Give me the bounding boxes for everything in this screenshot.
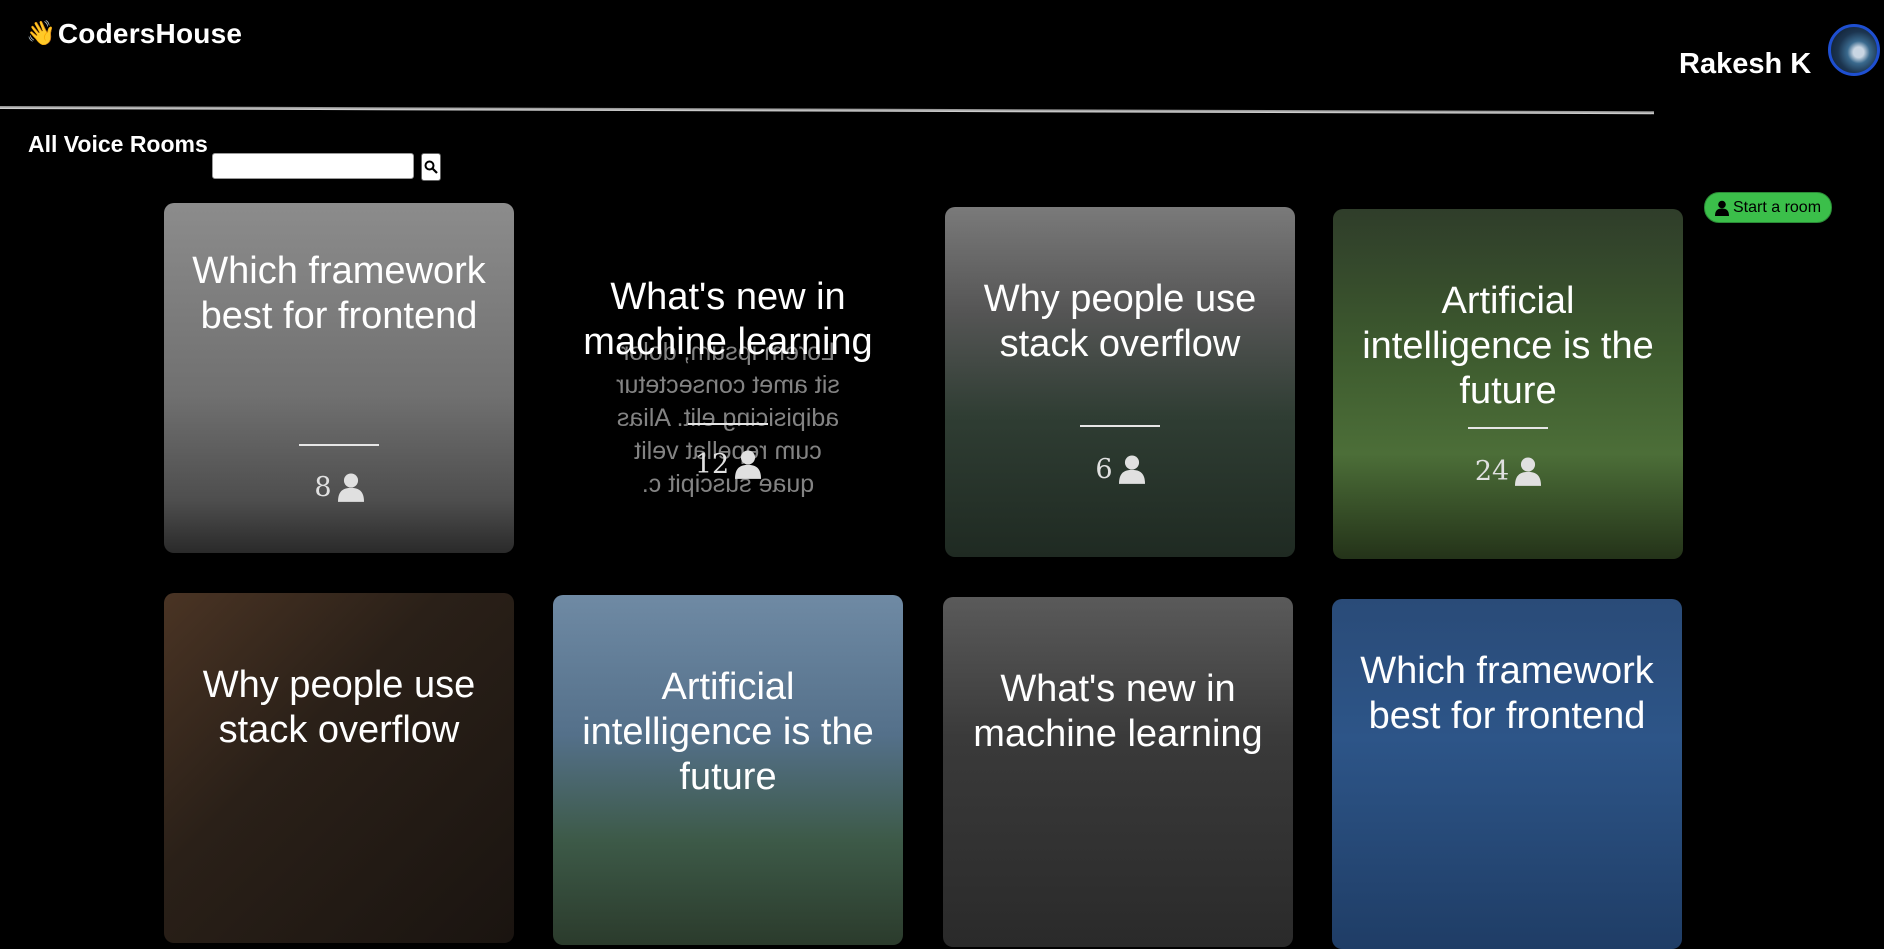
search-icon — [424, 160, 438, 174]
room-card[interactable]: Which framework best for frontend — [1332, 599, 1682, 949]
listener-count: 8 — [164, 471, 514, 503]
search-input[interactable] — [212, 153, 414, 179]
listener-count-value: 24 — [1474, 455, 1510, 487]
room-card[interactable]: What's new in machine learning — [943, 597, 1293, 947]
room-card[interactable]: Why people use stack overflow — [164, 593, 514, 943]
avatar[interactable] — [1828, 24, 1880, 76]
listener-count: 6 — [945, 453, 1295, 485]
start-room-button[interactable]: Start a room — [1704, 192, 1832, 223]
page-title: All Voice Rooms — [28, 131, 208, 157]
room-title: Why people use stack overflow — [202, 664, 476, 751]
room-card[interactable]: Lorem ipsum, dolor sit amet consectetur … — [553, 228, 903, 578]
user-name: Rakesh K — [1679, 48, 1812, 80]
room-title: Which framework best for frontend — [192, 250, 486, 337]
title-rule — [1080, 425, 1160, 427]
user-icon — [1714, 200, 1729, 216]
title-rule — [688, 423, 768, 425]
header-divider — [0, 106, 1654, 115]
room-title: Why people use stack overflow — [983, 278, 1257, 365]
room-title: Artificial intelligence is the future — [582, 666, 874, 798]
room-title: Which framework best for frontend — [1360, 650, 1654, 737]
room-card[interactable]: Artificial intelligence is the future — [553, 595, 903, 945]
title-rule — [299, 444, 379, 446]
listener-count: 12 — [553, 448, 903, 480]
user-icon — [735, 450, 762, 479]
listener-count-value: 6 — [1095, 453, 1113, 485]
logo-text: CodersHouse — [57, 18, 243, 49]
room-title: What's new in machine learning — [973, 668, 1263, 755]
user-icon — [1515, 457, 1542, 486]
user-icon — [337, 473, 364, 502]
room-card[interactable]: Artificial intelligence is the future 24 — [1333, 209, 1683, 559]
listener-count-value: 8 — [314, 471, 332, 503]
listener-count: 24 — [1333, 455, 1683, 487]
search-button[interactable] — [421, 153, 441, 181]
room-title: Artificial intelligence is the future — [1362, 280, 1654, 412]
room-title: What's new in machine learning — [583, 276, 873, 363]
room-card[interactable]: Why people use stack overflow 6 — [945, 207, 1295, 557]
user-icon — [1118, 455, 1145, 484]
listener-count-value: 12 — [694, 448, 730, 480]
room-card[interactable]: Which framework best for frontend 8 — [164, 203, 514, 553]
waving-hand-icon: 👋 — [26, 20, 56, 47]
start-room-label: Start a room — [1732, 198, 1822, 216]
logo[interactable]: 👋 CodersHouse — [26, 18, 242, 50]
title-rule — [1468, 427, 1548, 429]
